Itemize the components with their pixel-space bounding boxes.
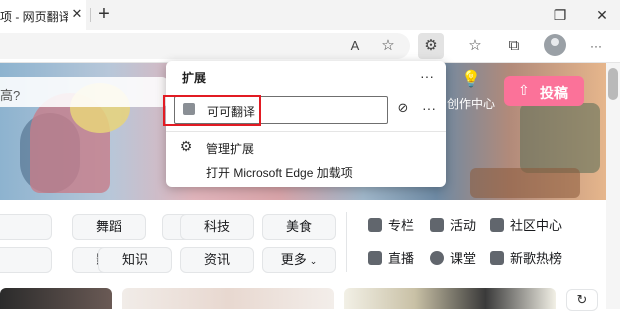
refresh-icon[interactable]: ↻ — [566, 289, 598, 311]
read-aloud-icon[interactable]: A — [343, 34, 367, 58]
manage-extensions-item[interactable]: ⚙ 管理扩展 — [174, 135, 438, 159]
close-window-icon[interactable]: ✕ — [594, 7, 610, 23]
music-icon — [490, 251, 504, 265]
category-chip[interactable]: 知识 — [98, 247, 172, 273]
toolbar: A ☆ ⚙ ☆ ⧉ ··· — [0, 30, 620, 63]
category-chip[interactable]: 科技 — [180, 214, 254, 240]
banner-illustration — [520, 103, 600, 173]
add-favorite-icon[interactable]: ☆ — [376, 34, 400, 58]
new-tab-button[interactable]: + — [94, 4, 114, 24]
link-label: 课堂 — [450, 251, 477, 266]
close-tab-icon[interactable]: ✕ — [70, 7, 84, 21]
popup-divider — [166, 131, 446, 132]
profile-avatar[interactable] — [544, 34, 566, 56]
category-chip[interactable]: 资讯 — [180, 247, 254, 273]
category-chip-partial[interactable] — [0, 214, 52, 240]
more-options-icon[interactable]: ··· — [416, 65, 438, 87]
settings-menu-icon[interactable]: ··· — [584, 34, 608, 58]
live-icon — [368, 251, 382, 265]
search-placeholder: 高? — [0, 88, 21, 103]
link-live[interactable]: 直播 — [368, 248, 414, 270]
link-label: 新歌热榜 — [510, 251, 563, 266]
creator-center-label: 创作中心 — [446, 97, 495, 111]
extensions-icon[interactable]: ⚙ — [418, 33, 444, 59]
community-icon — [490, 218, 504, 232]
banner-illustration — [470, 168, 580, 198]
more-label: 更多 — [280, 252, 307, 267]
section-divider — [346, 212, 347, 272]
extension-more-icon[interactable]: ··· — [418, 97, 440, 119]
manage-extensions-label: 管理扩展 — [206, 142, 255, 156]
link-community[interactable]: 社区中心 — [490, 215, 562, 237]
link-activity[interactable]: 活动 — [430, 215, 476, 237]
video-thumbnail[interactable] — [0, 288, 112, 309]
link-label: 专栏 — [388, 218, 415, 233]
flag-icon — [430, 218, 444, 232]
course-icon — [430, 251, 444, 265]
link-column[interactable]: 专栏 — [368, 215, 414, 237]
creator-center-button[interactable]: 💡 创作中心 — [446, 71, 496, 111]
chevron-down-icon: ⌄ — [309, 256, 318, 266]
category-chip-more[interactable]: 更多 ⌄ — [262, 247, 336, 273]
popup-title: 扩展 — [182, 71, 207, 85]
tab-strip: 项 - 网页翻译 ✕ + ❐ ✕ — [0, 0, 620, 30]
hide-from-toolbar-icon[interactable]: ⊘ — [392, 97, 414, 119]
search-input[interactable]: 高? — [0, 77, 168, 107]
upload-button[interactable]: ⇧ 投稿 — [504, 76, 584, 106]
favorites-icon[interactable]: ☆ — [463, 34, 487, 58]
puzzle-icon: ⚙ — [179, 138, 193, 154]
category-chip[interactable]: 舞蹈 — [72, 214, 146, 240]
video-thumbnail[interactable] — [344, 288, 556, 309]
active-tab[interactable]: 项 - 网页翻译 ✕ — [0, 0, 86, 30]
restore-window-icon[interactable]: ❐ — [552, 7, 568, 23]
upload-label: 投稿 — [540, 85, 568, 101]
column-icon — [368, 218, 382, 232]
tab-separator — [90, 8, 91, 22]
link-label: 活动 — [450, 218, 477, 233]
category-chip[interactable]: 美食 — [262, 214, 336, 240]
link-label: 直播 — [388, 251, 415, 266]
link-new-songs[interactable]: 新歌热榜 — [490, 248, 562, 270]
category-chip-partial[interactable] — [0, 247, 52, 273]
scrollbar-thumb[interactable] — [608, 68, 618, 100]
link-course[interactable]: 课堂 — [430, 248, 476, 270]
tab-title: 项 - 网页翻译 — [0, 10, 68, 24]
upload-icon: ⇧ — [518, 82, 530, 98]
annotation-highlight-box — [163, 95, 261, 126]
lightbulb-icon: 💡 — [461, 71, 481, 88]
video-thumbnail[interactable] — [122, 288, 334, 309]
collections-icon[interactable]: ⧉ — [502, 34, 526, 58]
open-edge-addons-link[interactable]: 打开 Microsoft Edge 加载项 — [206, 164, 353, 181]
link-label: 社区中心 — [510, 218, 563, 233]
